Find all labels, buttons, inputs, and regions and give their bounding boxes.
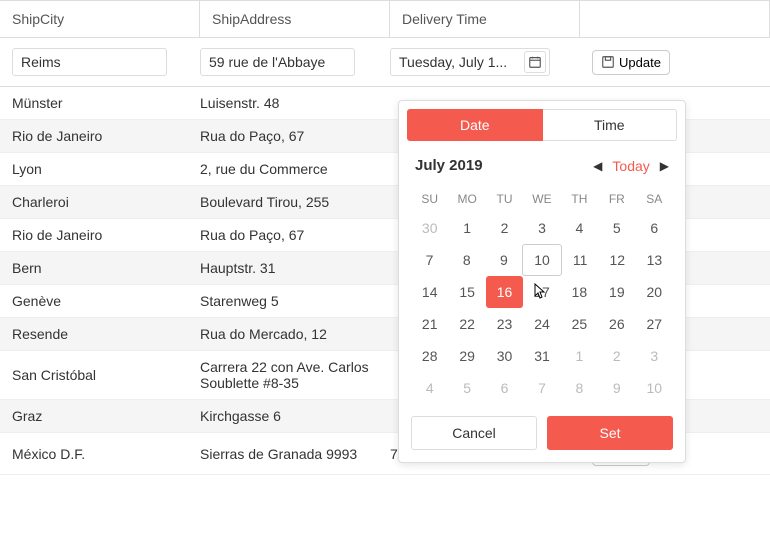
prev-month-icon[interactable]: ◀ [593, 159, 602, 173]
calendar-day[interactable]: 6 [636, 212, 673, 244]
calendar-day[interactable]: 4 [561, 212, 598, 244]
cell-city: Graz [0, 400, 200, 432]
calendar-day[interactable]: 4 [411, 372, 448, 404]
cell-city: Charleroi [0, 186, 200, 218]
update-label: Update [619, 55, 661, 70]
weekday-label: SA [636, 186, 673, 212]
calendar-day[interactable]: 25 [561, 308, 598, 340]
header-row: ShipCity ShipAddress Delivery Time [0, 0, 770, 38]
calendar-day[interactable]: 20 [636, 276, 673, 308]
cell-city: Münster [0, 87, 200, 119]
weekday-label: TU [486, 186, 523, 212]
weekday-label: MO [448, 186, 485, 212]
calendar-day[interactable]: 15 [448, 276, 485, 308]
calendar-day[interactable]: 17 [523, 276, 560, 308]
today-link[interactable]: Today [612, 158, 649, 174]
weekday-label: WE [523, 186, 560, 212]
cell-address: Hauptstr. 31 [200, 252, 390, 284]
cell-city: México D.F. [0, 438, 200, 470]
calendar-day[interactable]: 21 [411, 308, 448, 340]
calendar-day[interactable]: 19 [598, 276, 635, 308]
cell-city: San Cristóbal [0, 359, 200, 391]
month-label[interactable]: July 2019 [415, 157, 483, 174]
shipaddress-input[interactable] [200, 48, 355, 76]
header-delivery[interactable]: Delivery Time [390, 1, 580, 37]
calendar-day[interactable]: 8 [448, 244, 485, 276]
cell-city: Rio de Janeiro [0, 120, 200, 152]
weekday-label: TH [561, 186, 598, 212]
datepicker-popup: Date Time July 2019 ◀ Today ▶ SUMOTUWETH… [398, 100, 686, 463]
update-button[interactable]: Update [592, 50, 670, 75]
calendar-day[interactable]: 18 [561, 276, 598, 308]
cell-city: Rio de Janeiro [0, 219, 200, 251]
calendar-day[interactable]: 29 [448, 340, 485, 372]
calendar-day[interactable]: 10 [636, 372, 673, 404]
set-button[interactable]: Set [547, 416, 673, 450]
calendar-day[interactable]: 5 [448, 372, 485, 404]
calendar-day[interactable]: 7 [411, 244, 448, 276]
calendar-day[interactable]: 5 [598, 212, 635, 244]
cell-address: Rua do Mercado, 12 [200, 318, 390, 350]
cell-city: Resende [0, 318, 200, 350]
weekday-label: SU [411, 186, 448, 212]
calendar-day[interactable]: 30 [411, 212, 448, 244]
cancel-button[interactable]: Cancel [411, 416, 537, 450]
calendar-icon[interactable] [524, 51, 546, 73]
weekday-label: FR [598, 186, 635, 212]
cell-address: 2, rue du Commerce [200, 153, 390, 185]
calendar-day[interactable]: 13 [636, 244, 673, 276]
tab-date[interactable]: Date [407, 109, 543, 141]
cell-city: Bern [0, 252, 200, 284]
calendar-day[interactable]: 2 [486, 212, 523, 244]
shipcity-input[interactable] [12, 48, 167, 76]
calendar-day[interactable]: 11 [562, 244, 599, 276]
calendar-day[interactable]: 9 [485, 244, 522, 276]
header-shipcity[interactable]: ShipCity [0, 1, 200, 37]
calendar-day[interactable]: 27 [636, 308, 673, 340]
calendar-day[interactable]: 10 [522, 244, 561, 276]
calendar-day[interactable]: 1 [561, 340, 598, 372]
calendar-day[interactable]: 9 [598, 372, 635, 404]
cell-address: Luisenstr. 48 [200, 87, 390, 119]
calendar-day[interactable]: 23 [486, 308, 523, 340]
calendar-day[interactable]: 31 [523, 340, 560, 372]
calendar-day[interactable]: 12 [599, 244, 636, 276]
cell-address: Sierras de Granada 9993 [200, 438, 390, 470]
calendar-day[interactable]: 24 [523, 308, 560, 340]
calendar-day[interactable]: 6 [486, 372, 523, 404]
tab-time[interactable]: Time [543, 109, 678, 141]
cell-address: Kirchgasse 6 [200, 400, 390, 432]
calendar-day[interactable]: 1 [448, 212, 485, 244]
cell-address: Rua do Paço, 67 [200, 219, 390, 251]
calendar-day[interactable]: 2 [598, 340, 635, 372]
calendar-day[interactable]: 3 [636, 340, 673, 372]
calendar-day[interactable]: 28 [411, 340, 448, 372]
calendar-day[interactable]: 22 [448, 308, 485, 340]
header-actions [580, 1, 770, 37]
cell-address: Carrera 22 con Ave. Carlos Soublette #8-… [200, 351, 390, 399]
cell-city: Lyon [0, 153, 200, 185]
edit-row: Update [0, 38, 770, 87]
calendar-day[interactable]: 30 [486, 340, 523, 372]
header-shipaddress[interactable]: ShipAddress [200, 1, 390, 37]
calendar-day[interactable]: 8 [561, 372, 598, 404]
calendar-day[interactable]: 3 [523, 212, 560, 244]
cell-address: Starenweg 5 [200, 285, 390, 317]
calendar-day[interactable]: 26 [598, 308, 635, 340]
next-month-icon[interactable]: ▶ [660, 159, 669, 173]
cell-city: Genève [0, 285, 200, 317]
calendar-day[interactable]: 16 [486, 276, 523, 308]
cell-address: Boulevard Tirou, 255 [200, 186, 390, 218]
cell-address: Rua do Paço, 67 [200, 120, 390, 152]
calendar-day[interactable]: 7 [523, 372, 560, 404]
calendar-day[interactable]: 14 [411, 276, 448, 308]
